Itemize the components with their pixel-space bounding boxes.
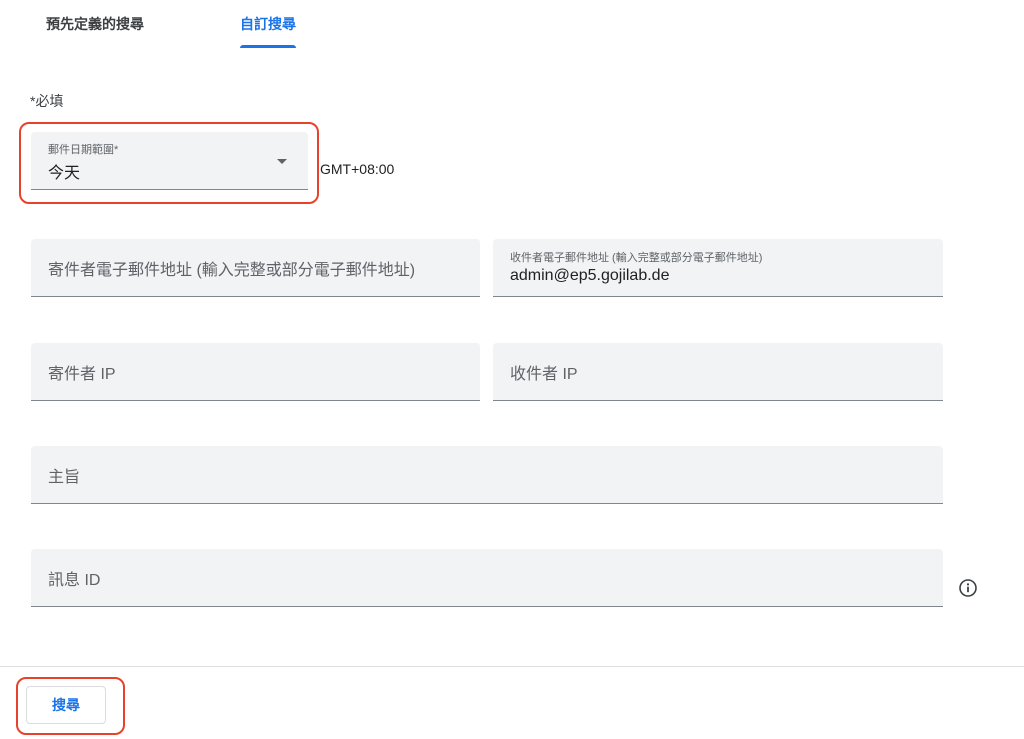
subject-placeholder: 主旨 (48, 468, 81, 486)
search-button[interactable]: 搜尋 (26, 686, 106, 724)
sender-ip-field[interactable]: 寄件者 IP (31, 343, 480, 401)
active-tab-indicator (240, 45, 296, 48)
sender-email-field[interactable]: 寄件者電子郵件地址 (輸入完整或部分電子郵件地址) (31, 239, 480, 297)
caret-down-icon (277, 159, 287, 164)
date-range-select[interactable]: 郵件日期範圍* 今天 (31, 132, 308, 190)
info-icon[interactable] (958, 578, 978, 598)
message-id-field[interactable]: 訊息 ID (31, 549, 943, 607)
recipient-ip-field[interactable]: 收件者 IP (493, 343, 943, 401)
tab-predefined-search[interactable]: 預先定義的搜尋 (46, 14, 144, 48)
timezone-label: GMT+08:00 (320, 161, 395, 177)
recipient-email-label: 收件者電子郵件地址 (輸入完整或部分電子郵件地址) (510, 252, 763, 264)
recipient-email-field[interactable]: 收件者電子郵件地址 (輸入完整或部分電子郵件地址) admin@ep5.goji… (493, 239, 943, 297)
tab-custom-search[interactable]: 自訂搜尋 (240, 14, 296, 48)
recipient-email-value: admin@ep5.gojilab.de (510, 267, 670, 284)
recipient-ip-placeholder: 收件者 IP (510, 365, 578, 383)
subject-field[interactable]: 主旨 (31, 446, 943, 504)
sender-ip-placeholder: 寄件者 IP (48, 365, 116, 383)
tab-bar: 預先定義的搜尋 自訂搜尋 (0, 0, 1024, 50)
tab-custom-search-label: 自訂搜尋 (240, 16, 296, 32)
sender-email-placeholder: 寄件者電子郵件地址 (輸入完整或部分電子郵件地址) (48, 261, 416, 279)
date-range-value: 今天 (48, 165, 81, 182)
required-note: *必填 (30, 93, 64, 109)
footer-divider (0, 666, 1024, 667)
message-id-placeholder: 訊息 ID (48, 571, 101, 589)
date-range-label: 郵件日期範圍* (48, 144, 119, 156)
tab-predefined-search-label: 預先定義的搜尋 (46, 16, 144, 32)
